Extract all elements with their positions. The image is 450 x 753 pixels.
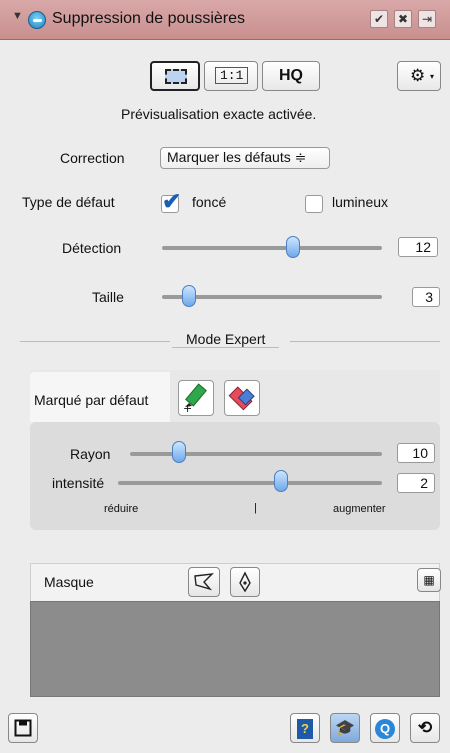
help-button[interactable]: ? <box>290 713 320 743</box>
intensity-label: intensité <box>52 475 105 491</box>
detection-label: Détection <box>62 240 122 256</box>
svg-text:+: + <box>183 402 192 415</box>
size-value-field[interactable]: 3 <box>412 287 440 307</box>
collapse-triangle-icon[interactable]: ▼ <box>12 10 23 22</box>
dark-label: foncé <box>192 194 227 210</box>
radius-slider-track[interactable] <box>130 452 382 456</box>
marker-pen-icon: + <box>183 383 207 415</box>
help-book-icon: ? <box>297 719 313 739</box>
gear-icon: ⚙ <box>410 66 426 85</box>
radius-label: Rayon <box>70 446 111 462</box>
window-title: Suppression de poussières <box>52 10 246 27</box>
tutorial-button[interactable]: 🎓 <box>330 713 360 743</box>
mask-label: Masque <box>44 574 94 590</box>
save-button[interactable] <box>8 713 38 743</box>
size-slider-thumb[interactable] <box>182 285 196 307</box>
quick-fix-button[interactable]: Q <box>370 713 400 743</box>
lasso-icon <box>194 573 214 591</box>
bright-checkbox[interactable] <box>305 195 323 213</box>
defect-type-label: Type de défaut <box>22 194 115 210</box>
trash-button[interactable]: ▦ <box>417 568 441 592</box>
intensity-slider-track[interactable] <box>118 481 382 485</box>
preview-hq-button[interactable]: HQ <box>262 61 320 91</box>
detection-slider-track[interactable] <box>162 246 382 250</box>
radius-slider-thumb[interactable] <box>172 441 186 463</box>
refresh-icon: ⟲ <box>417 718 433 737</box>
pen-mask-button[interactable] <box>230 567 260 597</box>
preview-fit-button[interactable] <box>150 61 200 91</box>
reset-button[interactable]: ⟲ <box>410 713 440 743</box>
preview-1to1-button[interactable]: 1:1 <box>204 61 258 91</box>
scale-mid-mark: | <box>254 502 257 514</box>
pen-nib-icon <box>239 571 251 593</box>
detach-button[interactable]: ⇥ <box>418 10 436 28</box>
settings-button[interactable]: ⚙ ▾ <box>397 61 441 91</box>
expert-mode-label[interactable]: Mode Expert <box>172 331 280 348</box>
radius-value-field[interactable]: 10 <box>397 443 435 463</box>
intensity-value-field[interactable]: 2 <box>397 473 435 493</box>
preview-toolbar: 1:1 HQ <box>150 61 330 91</box>
preview-1to1-label: 1:1 <box>215 67 249 84</box>
trash-icon: ▦ <box>423 573 435 587</box>
close-button[interactable]: ✖ <box>394 10 412 28</box>
divider-left <box>20 341 170 342</box>
correction-label: Correction <box>60 150 125 166</box>
scale-increase-label: augmenter <box>333 503 386 515</box>
correction-select[interactable]: Marquer les défauts ≑ <box>160 147 330 169</box>
divider-right <box>290 341 440 342</box>
scale-reduce-label: réduire <box>104 503 139 515</box>
size-label: Taille <box>92 289 124 305</box>
eraser-tool-button[interactable] <box>224 380 260 416</box>
eraser-icon <box>228 386 255 411</box>
intensity-slider-thumb[interactable] <box>274 470 288 492</box>
mask-preview-area <box>30 601 440 697</box>
detection-slider-thumb[interactable] <box>286 236 300 258</box>
lasso-add-button[interactable] <box>188 567 220 597</box>
graduation-cap-icon: 🎓 <box>335 720 355 737</box>
confirm-button[interactable]: ✔ <box>370 10 388 28</box>
checkmark-icon: ✔ <box>162 188 182 214</box>
detection-value-field[interactable]: 12 <box>398 237 438 257</box>
marker-tool-button[interactable]: + <box>178 380 214 416</box>
preview-status: Prévisualisation exacte activée. <box>121 106 317 122</box>
marked-default-label: Marqué par défaut <box>34 392 149 408</box>
fit-to-window-icon <box>165 69 187 84</box>
bright-label: lumineux <box>332 194 389 210</box>
save-icon <box>14 719 32 737</box>
app-icon <box>28 11 46 29</box>
dark-checkbox[interactable]: ✔ <box>161 188 181 214</box>
q-circle-icon: Q <box>375 719 395 739</box>
chevron-down-icon: ▾ <box>430 72 435 81</box>
preview-hq-label: HQ <box>279 67 303 84</box>
title-bar: ▼ Suppression de poussières ✔ ✖ ⇥ <box>0 0 450 40</box>
